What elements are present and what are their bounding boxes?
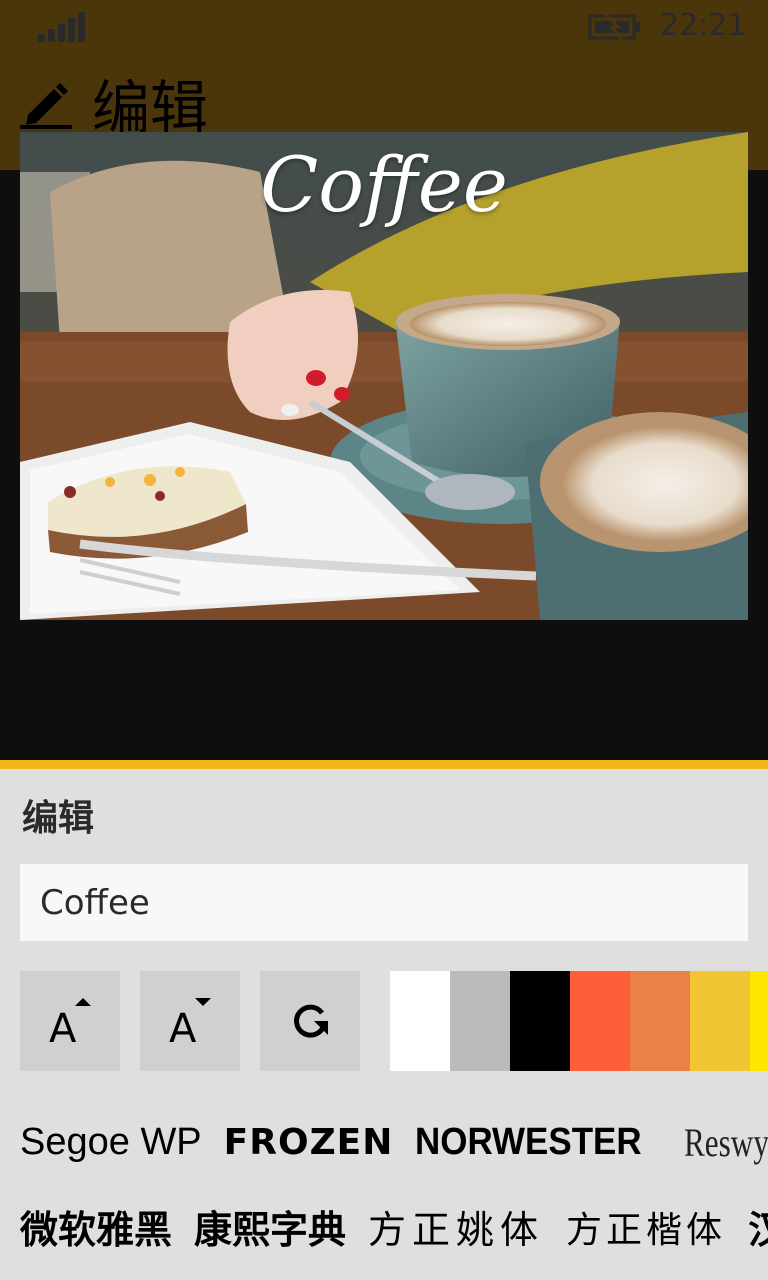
overlay-caption[interactable]: Coffee xyxy=(20,140,748,229)
font-option-fangzheng-kaiti[interactable]: 方正楷体 xyxy=(566,1201,726,1253)
signal-bars-icon xyxy=(38,12,85,42)
color-swatch-black[interactable] xyxy=(510,971,570,1071)
font-option-partial[interactable]: 汉 xyxy=(748,1199,768,1254)
battery-charging-icon xyxy=(588,12,640,41)
font-option-fangzheng-yaoti[interactable]: 方正姚体 xyxy=(368,1199,544,1254)
svg-text:A: A xyxy=(49,1006,77,1046)
font-option-weiruan-yahei[interactable]: 微软雅黑 xyxy=(20,1199,172,1254)
caption-text-input[interactable] xyxy=(20,864,748,941)
font-list-latin: Segoe WP FROZEN NORWESTER Reswysokr xyxy=(20,1119,768,1166)
font-option-frozen[interactable]: FROZEN xyxy=(224,1122,394,1163)
color-swatch-red-orange[interactable] xyxy=(570,971,630,1071)
font-option-reswysokr[interactable]: Reswysokr xyxy=(684,1119,768,1166)
increase-font-size-icon: A xyxy=(49,998,91,1046)
color-swatches xyxy=(390,971,768,1071)
color-swatch-gray[interactable] xyxy=(450,971,510,1071)
rotate-icon xyxy=(294,1004,328,1038)
panel-title: 编辑 xyxy=(22,798,95,839)
color-swatch-orange[interactable] xyxy=(630,971,690,1071)
font-option-norwester[interactable]: NORWESTER xyxy=(415,1121,642,1164)
color-swatch-white[interactable] xyxy=(390,971,450,1071)
edit-panel: 编辑 A A Segoe WP FROZEN NORWESTER Reswyso… xyxy=(0,769,768,1280)
decrease-font-size-icon: A xyxy=(169,998,211,1046)
photo-preview[interactable]: Coffee xyxy=(20,132,748,620)
status-time: 22:21 xyxy=(660,8,747,43)
status-bar: 22:21 xyxy=(0,0,768,54)
panel-accent-line xyxy=(0,760,768,769)
rotate-button[interactable] xyxy=(260,971,360,1071)
font-option-kangxi-zidian[interactable]: 康熙字典 xyxy=(194,1199,346,1254)
color-swatch-yellow[interactable] xyxy=(750,971,768,1071)
decrease-font-size-button[interactable]: A xyxy=(140,971,240,1071)
pencil-edit-icon xyxy=(20,83,72,129)
increase-font-size-button[interactable]: A xyxy=(20,971,120,1071)
font-option-segoe-wp[interactable]: Segoe WP xyxy=(20,1121,202,1164)
svg-text:A: A xyxy=(169,1006,197,1046)
font-list-chinese: 微软雅黑 康熙字典 方正姚体 方正楷体 汉 xyxy=(20,1199,768,1254)
title-row: 编辑 xyxy=(20,70,208,142)
color-swatch-golden[interactable] xyxy=(690,971,750,1071)
